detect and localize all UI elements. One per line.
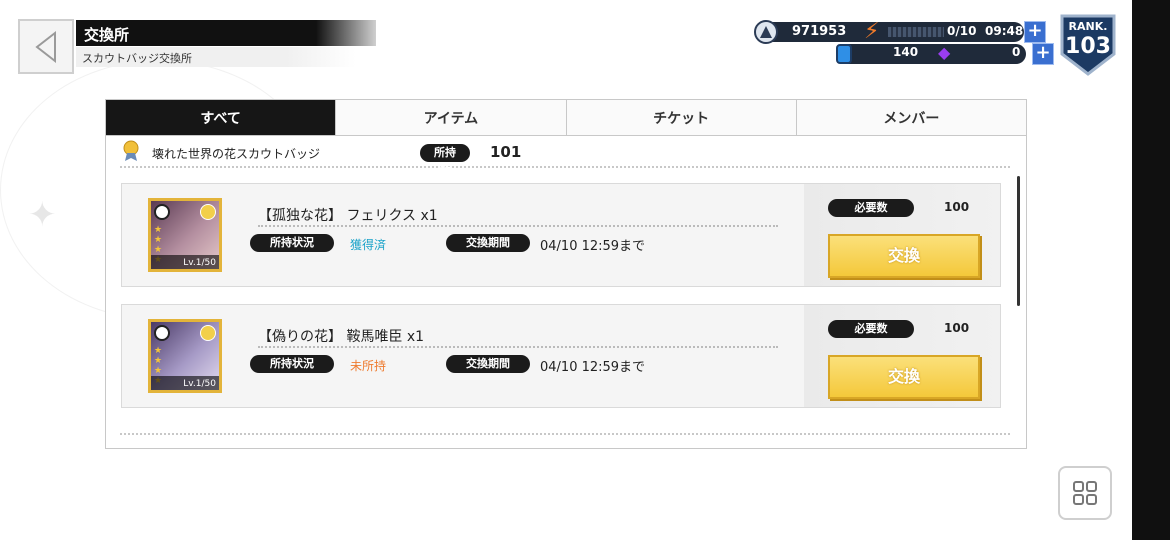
divider [258,225,778,227]
energy-timer: 09:48 [985,24,1024,38]
add-gem-button[interactable]: + [1032,43,1054,65]
status-value: 未所持 [350,359,387,373]
category-tabs: すべて アイテム チケット メンバー [106,100,1026,136]
exchange-button[interactable]: 交換 [828,355,980,399]
energy-count: 0/10 [947,24,977,38]
rank-badge: RANK. 103 [1056,10,1120,78]
attribute-icon [154,325,170,341]
gem-bar [836,44,1026,64]
need-value: 100 [944,200,970,214]
tab-items[interactable]: アイテム [336,100,567,136]
status-label: 所持状況 [250,355,334,373]
rank-value: 103 [1065,34,1111,59]
period-value: 04/10 12:59まで [540,239,646,254]
status-value: 獲得済 [350,238,387,252]
owned-value: 101 [490,143,522,161]
member-card-thumbnail[interactable]: ★★★★ Lv.1/50 [148,319,222,393]
page-title: 交換所 [76,20,376,46]
page-subtitle: スカウトバッジ交換所 [76,47,356,67]
sparkle-icon: ✦ [28,195,57,235]
coin-count: 971953 [792,24,847,39]
divider [258,346,778,348]
tab-all[interactable]: すべて [106,100,337,136]
item-name: 【孤独な花】 フェリクス x1 [258,208,438,224]
exchange-item: ★★★★ Lv.1/50 【偽りの花】 鞍馬唯臣 x1 所持状況 未所持 交換期… [121,304,1001,408]
list-scrollbar[interactable] [1017,176,1020,306]
period-label: 交換期間 [446,234,530,252]
exchange-item: ★★★★ Lv.1/50 【孤独な花】 フェリクス x1 所持状況 獲得済 交換… [121,183,1001,287]
period-value: 04/10 12:59まで [540,360,646,375]
back-button[interactable] [18,19,74,74]
need-label: 必要数 [828,320,914,338]
back-arrow-icon [35,30,56,63]
list-end-divider [120,433,1010,435]
badge-info-row: 壊れた世界の花スカウトバッジ 所持数 101 [120,140,1010,177]
period-label: 交換期間 [446,355,530,373]
need-label: 必要数 [828,199,914,217]
screen-edge [1132,0,1170,540]
blue-gem-icon [836,44,852,64]
purple-gem-icon: ◆ [938,43,951,62]
card-level: Lv.1/50 [183,258,216,268]
blue-gem-count: 140 [893,45,919,59]
card-level: Lv.1/50 [183,379,216,389]
chip-icon [200,325,216,341]
chip-icon [200,204,216,220]
energy-bolt-icon: ⚡ [864,19,880,44]
purple-gem-count: 0 [1012,45,1021,59]
tab-members[interactable]: メンバー [796,100,1026,136]
add-energy-button[interactable]: + [1024,21,1046,43]
exchange-button[interactable]: 交換 [828,234,980,278]
status-label: 所持状況 [250,234,334,252]
grid-menu-icon [1073,481,1097,505]
coin-icon [754,20,778,44]
need-value: 100 [944,321,970,335]
tab-tickets[interactable]: チケット [566,100,797,136]
rank-label: RANK. [1068,20,1108,33]
owned-label: 所持数 [420,144,470,177]
exchange-cost-box: 必要数 100 交換 [804,184,1000,286]
item-name: 【偽りの花】 鞍馬唯臣 x1 [258,329,425,345]
exchange-cost-box: 必要数 100 交換 [804,305,1000,407]
member-card-thumbnail[interactable]: ★★★★ Lv.1/50 [148,198,222,272]
attribute-icon [154,204,170,220]
menu-button[interactable] [1058,466,1112,520]
medal-icon [123,140,139,161]
energy-gauge [888,27,944,37]
exchange-panel: すべて アイテム チケット メンバー 壊れた世界の花スカウトバッジ 所持数 10… [105,99,1027,449]
badge-name: 壊れた世界の花スカウトバッジ [152,147,321,161]
